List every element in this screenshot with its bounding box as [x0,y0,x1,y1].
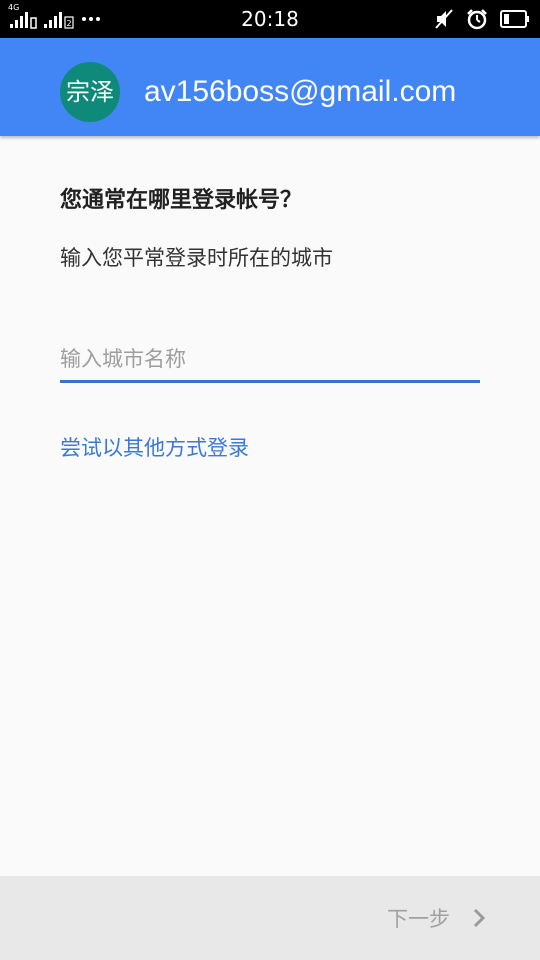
mute-icon [434,8,454,30]
status-bar: 4G 2 20:18 [0,0,540,38]
avatar: 宗泽 [60,62,120,122]
alarm-icon [466,8,488,30]
city-input[interactable] [60,337,480,383]
page-title: 您通常在哪里登录帐号？ [60,188,303,213]
bottom-bar: 下一步 [0,876,540,960]
account-email: av156boss@gmail.com [144,75,457,108]
status-right-icons [434,0,530,38]
chevron-right-icon [472,908,486,928]
instruction-text: 输入您平常登录时所在的城市 [60,246,333,270]
next-button-label: 下一步 [387,907,450,931]
next-button[interactable]: 下一步 [387,896,486,940]
try-other-login-link[interactable]: 尝试以其他方式登录 [60,432,249,462]
battery-icon [500,9,530,29]
account-header: 宗泽 av156boss@gmail.com [0,38,540,136]
